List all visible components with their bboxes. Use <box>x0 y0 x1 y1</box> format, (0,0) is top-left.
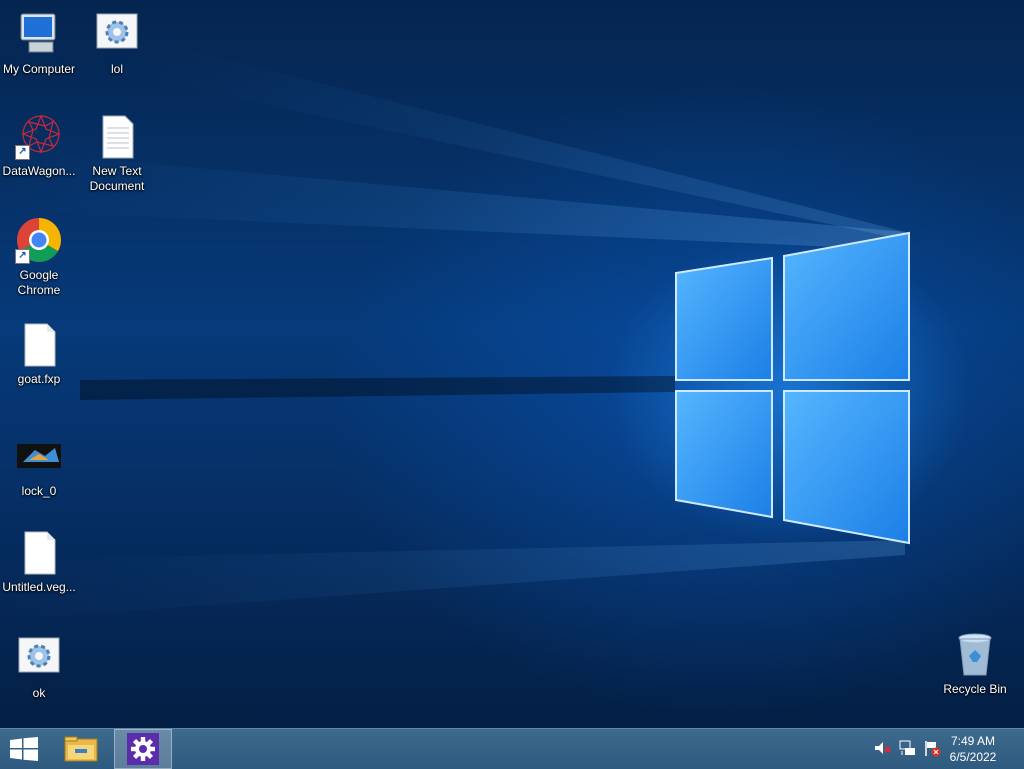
desktop-icon-datawagon[interactable]: ↗ DataWagon... <box>0 112 78 179</box>
blank-file-icon <box>15 528 63 576</box>
shortcut-arrow-icon: ↗ <box>15 249 30 264</box>
taskbar-settings-button[interactable] <box>114 729 172 769</box>
recycle-bin-icon <box>951 630 999 678</box>
desktop-icon-my-computer[interactable]: My Computer <box>0 10 78 77</box>
gear-icon <box>127 733 159 765</box>
clock-time: 7:49 AM <box>950 734 996 748</box>
desktop-icon-label: DataWagon... <box>2 164 76 178</box>
taskbar-file-explorer-button[interactable] <box>57 729 105 769</box>
chrome-icon: ↗ <box>15 216 63 264</box>
volume-muted-icon[interactable] <box>873 739 891 757</box>
desktop-icon-ok[interactable]: ok <box>0 634 78 701</box>
taskbar: 7:49 AM 6/5/2022 <box>0 728 1024 769</box>
desktop-icon-goat-fxp[interactable]: goat.fxp <box>0 320 78 387</box>
desktop-icon-label: goat.fxp <box>17 372 61 386</box>
desktop-wallpaper: My Computer lol ↗ DataWagon... New Text … <box>0 0 1024 728</box>
taskbar-clock[interactable]: 7:49 AM 6/5/2022 <box>938 733 1008 765</box>
network-icon[interactable] <box>898 739 916 757</box>
text-document-icon <box>93 112 141 160</box>
desktop-icon-label: lock_0 <box>21 484 57 498</box>
settings-file-icon <box>15 634 63 682</box>
desktop-icon-recycle-bin[interactable]: Recycle Bin <box>936 630 1014 697</box>
desktop-icon-label: Recycle Bin <box>943 682 1007 696</box>
folder-icon <box>64 736 98 762</box>
blank-file-icon <box>15 320 63 368</box>
desktop-icon-lock-0[interactable]: lock_0 <box>0 432 78 499</box>
desktop-icon-label: ok <box>32 686 46 700</box>
desktop-icon-new-text-document[interactable]: New Text Document <box>78 112 156 194</box>
shortcut-arrow-icon: ↗ <box>15 145 30 160</box>
windows-logo-icon <box>10 737 38 761</box>
lock-image-icon <box>15 432 63 480</box>
desktop-icon-label: Untitled.veg... <box>2 580 76 594</box>
wallpaper-window-logo <box>0 40 910 620</box>
desktop-icon-lol[interactable]: lol <box>78 10 156 77</box>
clock-date: 6/5/2022 <box>949 750 997 764</box>
desktop-icon-label: New Text Document <box>89 164 145 193</box>
desktop-icon-untitled-veg[interactable]: Untitled.veg... <box>0 528 78 595</box>
desktop-icon-label: My Computer <box>2 62 76 76</box>
start-button[interactable] <box>0 729 48 769</box>
desktop-icon-label: lol <box>110 62 123 76</box>
desktop-icon-label: Google Chrome <box>17 268 61 297</box>
desktop-icon-google-chrome[interactable]: ↗ Google Chrome <box>0 216 78 298</box>
settings-file-icon <box>93 10 141 58</box>
computer-icon <box>15 10 63 58</box>
datawagon-icon: ↗ <box>15 112 63 160</box>
